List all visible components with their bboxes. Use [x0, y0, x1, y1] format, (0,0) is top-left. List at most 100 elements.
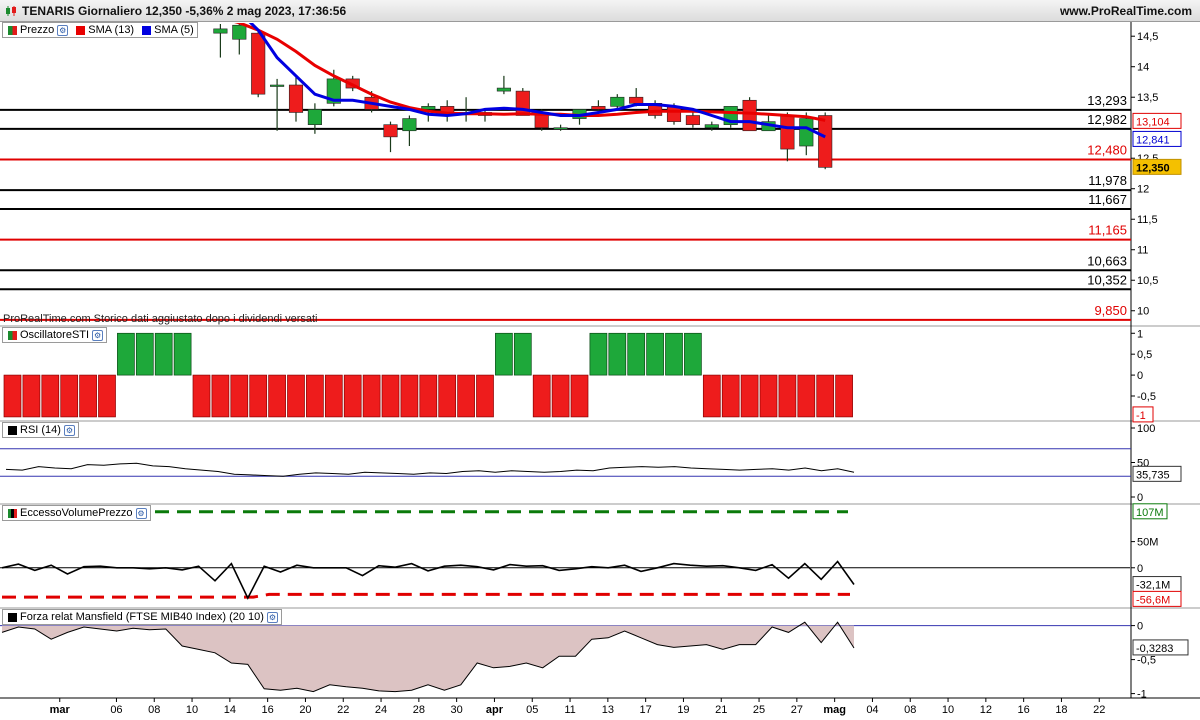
sti-bar	[419, 374, 438, 418]
sti-bar	[343, 374, 362, 418]
x-tick-label: 16	[262, 704, 274, 716]
x-tick-label: 19	[677, 704, 689, 716]
x-tick-label: 05	[526, 704, 538, 716]
y-tick-label: 100	[1137, 423, 1155, 435]
x-tick-label: 24	[375, 704, 387, 716]
sti-bar	[60, 374, 79, 418]
sti-bar	[381, 374, 400, 418]
candle-body	[629, 96, 644, 104]
y-tick-label: 0	[1137, 492, 1143, 504]
level-label: 10,663	[1087, 253, 1127, 268]
title-bar: TENARIS Giornaliero 12,350 -5,36% 2 mag …	[0, 0, 1200, 22]
level-label: 12,480	[1087, 142, 1127, 157]
legend-sma5-label: SMA (5)	[154, 24, 194, 36]
website-label: www.ProRealTime.com	[1059, 4, 1192, 18]
color-swatch	[8, 425, 17, 435]
value-badge-label: -1	[1136, 410, 1146, 422]
sti-bar	[192, 374, 211, 418]
candle-body	[496, 87, 511, 92]
sti-bar	[3, 374, 22, 418]
y-tick-label: 1	[1137, 328, 1143, 340]
value-badge-label: 12,350	[1136, 162, 1170, 174]
candlestick-icon	[8, 25, 17, 35]
y-tick-label: 12	[1137, 184, 1149, 196]
sti-bar	[778, 374, 797, 418]
candle-body	[515, 90, 530, 116]
legend-sti-label: OscillatoreSTI	[20, 329, 90, 341]
y-tick-label: -1	[1137, 689, 1147, 701]
sti-bar	[589, 332, 608, 376]
x-tick-label: 12	[980, 704, 992, 716]
sti-bar	[835, 374, 853, 418]
sti-bar	[740, 374, 759, 418]
data-note: ProRealTime.com Storico dati aggiustato …	[3, 313, 318, 325]
y-tick-label: 0	[1137, 621, 1143, 633]
sti-bar	[570, 374, 589, 418]
value-badge-label: -32,1M	[1136, 580, 1170, 592]
x-tick-label: 21	[715, 704, 727, 716]
legend-evp-label: EccessoVolumePrezzo	[20, 507, 133, 519]
candle-body	[685, 115, 700, 125]
sti-bar	[665, 332, 683, 376]
y-tick-label: 50M	[1137, 537, 1158, 549]
wrench-icon[interactable]: ⚙	[57, 24, 69, 36]
candle-body	[704, 124, 719, 129]
sti-bar	[797, 374, 816, 418]
x-tick-label: 28	[413, 704, 425, 716]
wrench-icon[interactable]: ⚙	[266, 611, 278, 623]
wrench-icon[interactable]: ⚙	[63, 424, 75, 436]
x-tick-label: 27	[791, 704, 803, 716]
sti-bar	[759, 374, 778, 418]
sti-bar	[41, 374, 60, 418]
x-tick-label: mag	[823, 704, 846, 716]
candle-body	[270, 84, 285, 87]
level-label: 12,982	[1087, 112, 1127, 127]
evp-line	[1, 560, 855, 600]
sti-bar	[98, 374, 116, 418]
y-tick-label: 14	[1137, 62, 1149, 74]
x-tick-label: 22	[337, 704, 349, 716]
x-tick-label: mar	[50, 704, 71, 716]
rsi-legend[interactable]: RSI (14) ⚙	[2, 422, 79, 438]
candle-body	[610, 96, 625, 107]
x-tick-label: 08	[148, 704, 160, 716]
x-tick-label: 10	[186, 704, 198, 716]
legend-sma13-label: SMA (13)	[88, 24, 135, 36]
wrench-icon[interactable]: ⚙	[92, 329, 104, 341]
sti-bar	[230, 374, 249, 418]
candle-body	[742, 99, 757, 132]
mansfield-legend[interactable]: Forza relat Mansfield (FTSE MIB40 Index)…	[2, 609, 282, 625]
value-badge-label: 13,104	[1136, 116, 1170, 128]
color-swatch	[8, 508, 17, 518]
sti-bar	[211, 374, 230, 418]
candle-body	[818, 115, 833, 168]
sti-bar	[816, 374, 835, 418]
sti-bar	[532, 374, 551, 418]
sti-bar	[457, 374, 475, 418]
x-tick-label: 10	[942, 704, 954, 716]
x-tick-label: 22	[1093, 704, 1105, 716]
y-tick-label: 11,5	[1137, 214, 1158, 226]
level-label: 13,293	[1087, 93, 1127, 108]
level-label: 11,667	[1088, 192, 1127, 207]
sti-bar	[79, 374, 97, 418]
y-tick-label: 14,5	[1137, 31, 1158, 43]
x-tick-label: apr	[486, 704, 504, 716]
candle-body	[232, 24, 247, 40]
price-legend[interactable]: Prezzo ⚙ SMA (13) SMA (5)	[2, 22, 198, 38]
x-tick-label: 18	[1055, 704, 1067, 716]
sti-bar	[627, 332, 646, 376]
sti-bar	[173, 332, 192, 376]
x-tick-label: 13	[602, 704, 614, 716]
y-tick-label: 10,5	[1137, 275, 1158, 287]
sti-bar	[608, 332, 627, 376]
sti-legend[interactable]: OscillatoreSTI ⚙	[2, 327, 108, 343]
y-tick-label: 10	[1137, 306, 1149, 318]
color-swatch	[142, 25, 152, 35]
sti-bar	[495, 332, 513, 376]
y-tick-label: 13,5	[1137, 92, 1158, 104]
legend-rsi-label: RSI (14)	[20, 424, 61, 436]
evp-legend[interactable]: EccessoVolumePrezzo ⚙	[2, 505, 151, 521]
candle-body	[553, 127, 568, 130]
wrench-icon[interactable]: ⚙	[135, 507, 147, 519]
